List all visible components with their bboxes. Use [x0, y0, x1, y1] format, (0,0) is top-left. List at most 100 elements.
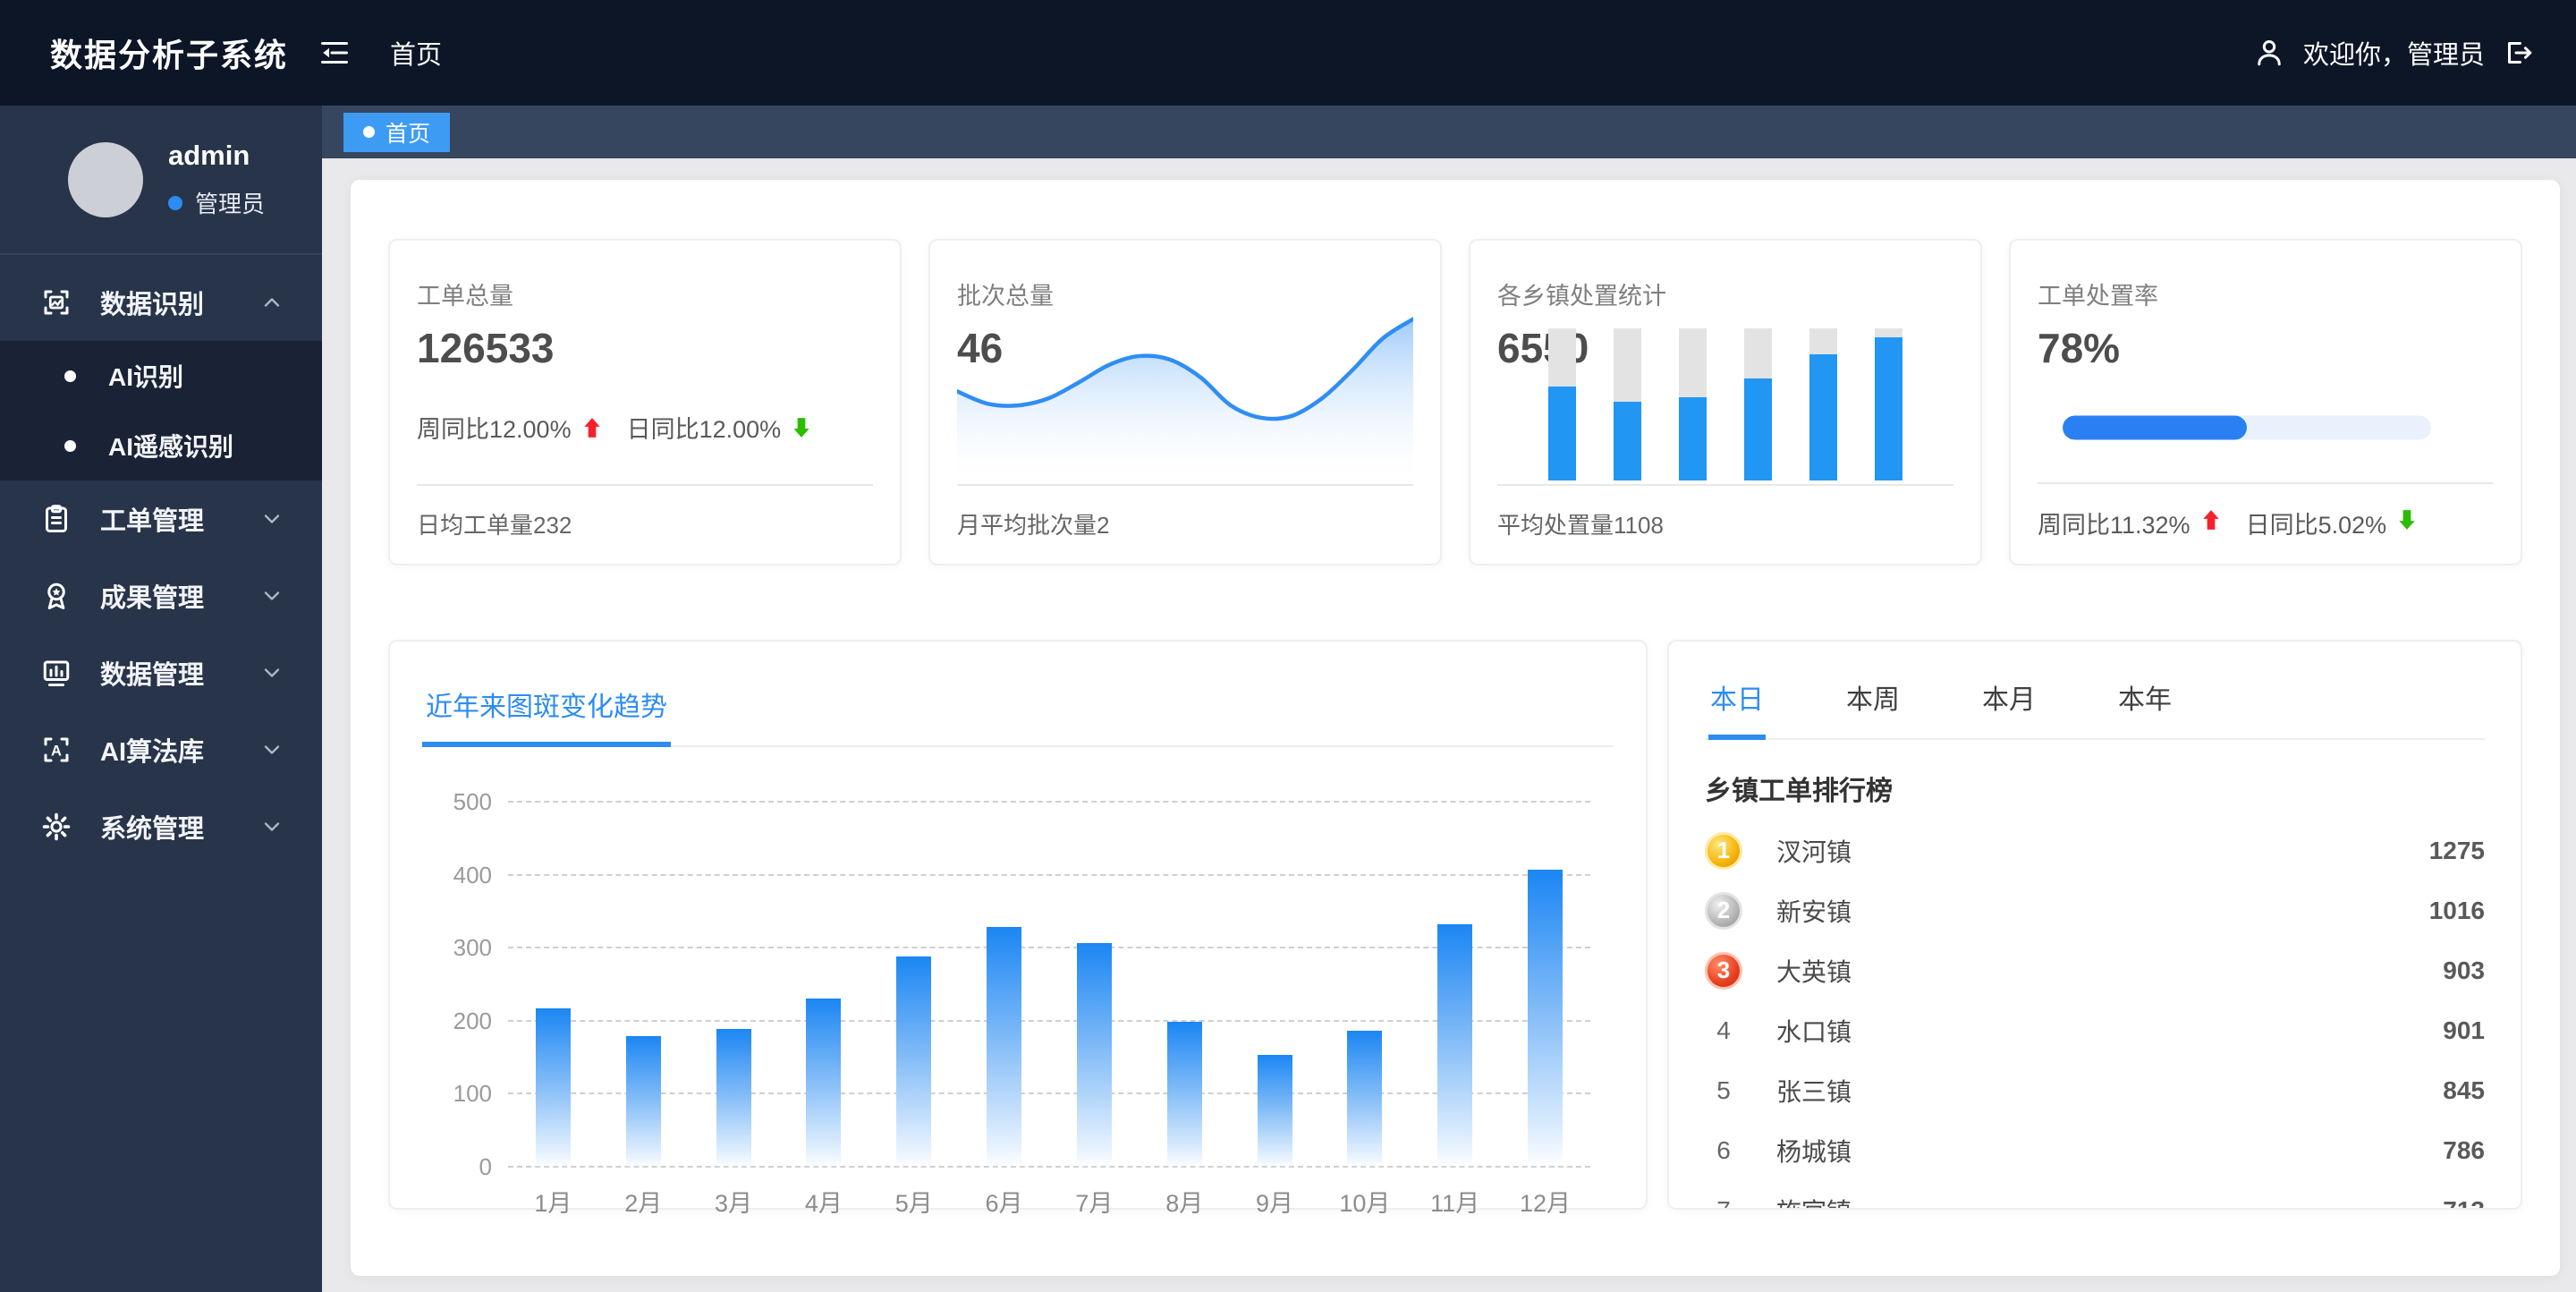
bullet-icon [64, 439, 76, 452]
stat-footer: 平均处置量1108 [1497, 484, 1953, 540]
chevron-down-icon [259, 506, 284, 531]
tab-bar: 首页 [322, 106, 2576, 158]
sidebar: admin 管理员 数据识别 AI识别 AI遥感识别 工单管理 成果管理 数据管… [0, 106, 322, 1292]
chevron-up-icon [259, 290, 284, 315]
chart-bar [1076, 942, 1112, 1168]
sidebar-item-ai-remote-sensing[interactable]: AI遥感识别 [0, 411, 322, 480]
sidebar-menu: 数据识别 AI识别 AI遥感识别 工单管理 成果管理 数据管理 A AI算法库 … [0, 255, 322, 865]
mini-bar-fill [1875, 337, 1902, 480]
stat-card-township-disposal: 各乡镇处置统计 6550 平均处置量1108 [1469, 239, 1982, 565]
tab-this-year[interactable]: 本年 [2116, 668, 2174, 740]
stat-value: 126533 [417, 325, 555, 371]
y-tick-label: 300 [453, 934, 492, 962]
ranking-card: 本日 本周 本月 本年 乡镇工单排行榜 1 汊河镇 1275 2 新安镇 101… [1667, 640, 2522, 1210]
x-tick-label: 4月 [804, 1190, 843, 1217]
rank-number: 7 [1716, 1195, 1731, 1210]
x-tick-label: 5月 [894, 1190, 933, 1217]
ranking-row: 1 汊河镇 1275 [1705, 820, 2485, 880]
chart-bar [806, 998, 842, 1168]
stat-title: 各乡镇处置统计 [1497, 283, 1666, 310]
gold-medal-icon: 1 [1705, 831, 1742, 870]
rank-number: 4 [1716, 1016, 1731, 1044]
chart-bar [987, 926, 1022, 1168]
mini-bar-fill [1809, 353, 1837, 480]
nav-home-link[interactable]: 首页 [390, 34, 442, 72]
bronze-medal-icon: 3 [1705, 951, 1742, 990]
x-tick-label: 7月 [1075, 1190, 1114, 1217]
week-trend: 周同比12.00% [417, 416, 572, 443]
clipboard-icon [39, 502, 73, 536]
dashboard-panel: 工单总量 126533 周同比12.00% 日同比12.00% 日均工单量232… [351, 180, 2560, 1276]
sidebar-item-ai-recognition[interactable]: AI识别 [0, 341, 322, 411]
y-tick-label: 100 [453, 1080, 492, 1108]
tab-home[interactable]: 首页 [343, 112, 451, 152]
bullet-icon [64, 370, 76, 382]
x-tick-label: 2月 [624, 1190, 663, 1217]
x-tick-label: 10月 [1339, 1190, 1391, 1217]
user-role: 管理员 [168, 186, 265, 219]
sidebar-item-data-management[interactable]: 数据管理 [0, 634, 322, 711]
sidebar-item-ai-algorithms[interactable]: A AI算法库 [0, 711, 322, 788]
tab-today[interactable]: 本日 [1708, 668, 1766, 740]
x-tick-label: 11月 [1430, 1190, 1480, 1217]
ranking-title: 乡镇工单排行榜 [1705, 777, 1893, 806]
app-header: 数据分析子系统 首页 欢迎你，管理员 [0, 0, 2576, 106]
monitor-chart-icon [39, 656, 73, 690]
x-tick-label: 9月 [1256, 1190, 1294, 1217]
township-minibar-chart [1497, 328, 1953, 480]
mini-bar-track [1614, 328, 1641, 480]
chart-bar [1166, 1021, 1202, 1168]
tab-this-week[interactable]: 本周 [1844, 668, 1902, 740]
ranking-list: 1 汊河镇 1275 2 新安镇 1016 3 大英镇 903 4 水口镇 90… [1705, 820, 2485, 1210]
app-title: 数据分析子系统 [50, 37, 289, 73]
ranking-row: 2 新安镇 1016 [1705, 880, 2485, 940]
chart-bar [716, 1028, 751, 1168]
chevron-down-icon [259, 737, 284, 762]
ai-scan-icon: A [39, 733, 73, 767]
ranking-row: 4 水口镇 901 [1705, 1000, 2485, 1060]
chart-bar [1437, 924, 1473, 1168]
y-tick-label: 200 [453, 1007, 492, 1034]
stat-title: 工单处置率 [2038, 283, 2158, 310]
ranking-tabs: 本日 本周 本月 本年 [1705, 668, 2485, 740]
arrow-up-icon [2199, 508, 2223, 538]
stat-card-total-batches: 批次总量 46 月平均批次量2 [928, 239, 1442, 565]
gear-icon [39, 810, 73, 844]
chevron-down-icon [259, 583, 284, 608]
x-tick-label: 8月 [1165, 1190, 1204, 1217]
sidebar-item-work-orders[interactable]: 工单管理 [0, 480, 322, 557]
chevron-down-icon [259, 814, 284, 839]
ranking-row: 6 杨城镇 786 [1705, 1120, 2485, 1180]
menu-fold-icon[interactable] [318, 37, 351, 69]
arrow-down-icon [790, 416, 813, 439]
tab-this-month[interactable]: 本月 [1980, 668, 2038, 740]
svg-text:A: A [51, 743, 62, 759]
week-trend: 周同比11.32% [2038, 512, 2190, 539]
stat-title: 工单总量 [417, 283, 513, 310]
mini-bar-fill [1614, 401, 1641, 480]
mini-bar-fill [1744, 378, 1772, 480]
medal-icon [39, 579, 73, 613]
logout-icon[interactable] [2503, 37, 2535, 69]
arrow-up-icon [580, 416, 604, 439]
y-tick-label: 500 [453, 788, 492, 815]
mini-bar-track [1809, 328, 1837, 480]
sidebar-item-achievements[interactable]: 成果管理 [0, 557, 322, 634]
sidebar-item-system-settings[interactable]: 系统管理 [0, 788, 322, 865]
ranking-row: 3 大英镇 903 [1705, 940, 2485, 1000]
avatar [68, 141, 143, 217]
ranking-row: 7 施官镇 713 [1705, 1180, 2485, 1210]
online-dot-icon [168, 195, 182, 210]
chart-bar [896, 956, 932, 1168]
image-scan-icon [39, 285, 73, 319]
day-trend: 日同比12.00% [626, 416, 782, 443]
stat-card-disposal-rate: 工单处置率 78% 周同比11.32% 日同比5.02% [2009, 239, 2522, 565]
x-tick-label: 3月 [715, 1190, 753, 1217]
tab-spot-trend[interactable]: 近年来图斑变化趋势 [422, 677, 671, 747]
rank-number: 6 [1716, 1135, 1731, 1164]
monthly-bar-chart: 0 100 200 300 400 500 [453, 788, 1590, 1180]
submenu-data-recognition: AI识别 AI遥感识别 [0, 341, 322, 480]
username: admin [168, 140, 250, 171]
sidebar-item-data-recognition[interactable]: 数据识别 [0, 264, 322, 341]
stat-footer: 月平均批次量2 [957, 484, 1413, 540]
